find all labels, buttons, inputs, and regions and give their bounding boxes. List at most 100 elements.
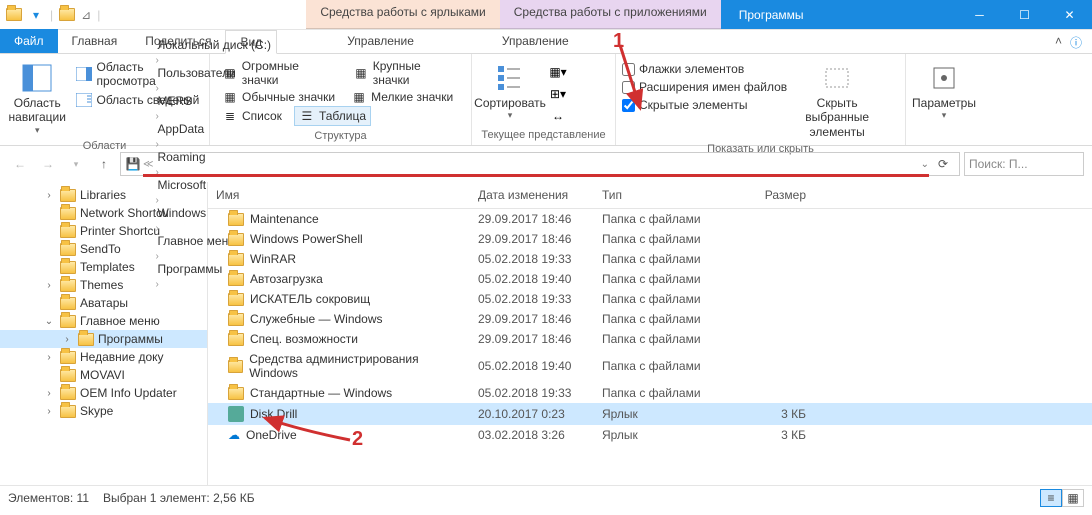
chevron-right-icon[interactable]: › <box>155 139 158 150</box>
file-type: Ярлык <box>594 427 714 443</box>
add-columns-icon[interactable]: ⊞▾ <box>550 86 566 102</box>
breadcrumb-segment[interactable]: MERS <box>155 94 273 108</box>
details-view-button[interactable]: ≡ <box>1040 489 1062 507</box>
tree-item[interactable]: ›Программы <box>0 330 207 348</box>
up-button[interactable]: ↑ <box>92 152 116 176</box>
options-button[interactable]: Параметры ▾ <box>912 60 976 123</box>
expand-icon[interactable]: › <box>42 352 56 363</box>
tab-file[interactable]: Файл <box>0 29 58 53</box>
tree-item-label: Аватары <box>80 296 128 310</box>
hide-selected-button[interactable]: Скрыть выбранные элементы <box>795 60 879 141</box>
table-row[interactable]: Maintenance29.09.2017 18:46Папка с файла… <box>208 209 1092 229</box>
col-date[interactable]: Дата изменения <box>470 182 594 208</box>
table-row[interactable]: Стандартные — Windows05.02.2018 19:33Пап… <box>208 383 1092 403</box>
file-size <box>714 258 814 260</box>
expand-icon[interactable]: › <box>42 388 56 399</box>
table-row[interactable]: ИСКАТЕЛЬ сокровищ05.02.2018 19:33Папка с… <box>208 289 1092 309</box>
expand-icon[interactable]: ⌄ <box>42 316 56 327</box>
table-row[interactable]: Средства администрирования Windows05.02.… <box>208 349 1092 383</box>
chevron-right-icon[interactable]: › <box>155 223 158 234</box>
chevron-right-icon[interactable]: ≪ <box>143 159 153 170</box>
file-date: 29.09.2017 18:46 <box>470 211 594 227</box>
breadcrumb-segment[interactable]: AppData <box>155 122 273 136</box>
history-dropdown[interactable]: ▾ <box>64 152 88 176</box>
col-type[interactable]: Тип <box>594 182 714 208</box>
table-row[interactable]: Автозагрузка05.02.2018 19:40Папка с файл… <box>208 269 1092 289</box>
breadcrumb-segment[interactable]: Главное меню <box>155 234 273 248</box>
file-extensions-toggle[interactable]: Расширения имен файлов <box>622 80 787 94</box>
forward-button[interactable]: → <box>36 152 60 176</box>
icons-view-button[interactable]: ▦ <box>1062 489 1084 507</box>
table-row[interactable]: Windows PowerShell29.09.2017 18:46Папка … <box>208 229 1092 249</box>
tree-item-label: SendTo <box>80 242 121 256</box>
chevron-right-icon[interactable]: › <box>155 83 158 94</box>
tree-item[interactable]: ⌄ Главное меню <box>0 312 207 330</box>
tree-item[interactable]: ›Skype <box>0 402 207 420</box>
address-bar: ← → ▾ ↑ 💾 ≪ Локальный диск (C:)›Пользова… <box>0 146 1092 182</box>
tree-item[interactable]: ›OEM Info Updater <box>0 384 207 402</box>
dropdown-icon[interactable]: ▾ <box>28 7 44 23</box>
group-by-icon[interactable]: ▦▾ <box>550 64 566 80</box>
minimize-button[interactable]: ─ <box>957 0 1002 30</box>
back-button[interactable]: ← <box>8 152 32 176</box>
status-bar: Элементов: 11 Выбран 1 элемент: 2,56 КБ … <box>0 485 1092 509</box>
item-checkboxes-toggle[interactable]: Флажки элементов <box>622 62 787 76</box>
maximize-button[interactable]: ☐ <box>1002 0 1047 30</box>
dropdown-icon[interactable]: ⌄ <box>921 159 929 170</box>
tree-item[interactable]: Аватары <box>0 294 207 312</box>
layout-details[interactable]: ☰Таблица <box>294 106 371 126</box>
tree-item-label: Templates <box>80 260 135 274</box>
breadcrumb-segment[interactable]: Roaming <box>155 150 273 164</box>
expand-icon[interactable]: › <box>42 190 56 201</box>
breadcrumb-segment[interactable]: Windows <box>155 206 273 220</box>
breadcrumb-segment[interactable]: Microsoft <box>155 178 273 192</box>
tree-item[interactable]: MOVAVI <box>0 366 207 384</box>
expand-icon[interactable]: › <box>42 280 56 291</box>
folder-icon <box>228 213 244 226</box>
tab-manage-2[interactable]: Управление <box>488 29 583 53</box>
checkbox[interactable] <box>622 99 635 112</box>
help-icon[interactable]: ⓘ <box>1070 34 1082 51</box>
file-type: Папка с файлами <box>594 211 714 227</box>
table-row[interactable]: Спец. возможности29.09.2017 18:46Папка с… <box>208 329 1092 349</box>
table-row[interactable]: ☁OneDrive03.02.2018 3:26Ярлык3 КБ <box>208 425 1092 445</box>
tab-home[interactable]: Главная <box>58 29 132 53</box>
chevron-right-icon[interactable]: › <box>155 279 158 290</box>
chevron-right-icon[interactable]: › <box>155 55 158 66</box>
expand-icon[interactable]: › <box>60 334 74 345</box>
table-row[interactable]: Служебные — Windows29.09.2017 18:46Папка… <box>208 309 1092 329</box>
folder-icon <box>6 7 22 23</box>
tree-item-label: Главное меню <box>80 314 160 328</box>
nav-pane-button[interactable]: Область навигации ▾ <box>6 60 68 138</box>
tree-item[interactable]: ›Недавние доку <box>0 348 207 366</box>
file-size <box>714 238 814 240</box>
tab-shortcut-tools[interactable]: Средства работы с ярлыками <box>306 0 499 29</box>
expand-icon[interactable]: › <box>42 406 56 417</box>
layout-large[interactable]: ▦Крупные значки <box>349 58 463 88</box>
layout-small[interactable]: ▦Мелкие значки <box>347 88 457 106</box>
chevron-right-icon[interactable]: › <box>155 111 158 122</box>
breadcrumb-segment[interactable]: Локальный диск (C:) <box>155 38 273 52</box>
size-columns-icon[interactable]: ↔ <box>550 108 566 124</box>
close-button[interactable]: ✕ <box>1047 0 1092 30</box>
refresh-button[interactable]: ⟳ <box>931 153 955 175</box>
overflow-icon[interactable]: ⊿ <box>81 8 91 22</box>
chevron-right-icon[interactable]: › <box>155 195 158 206</box>
file-name: OneDrive <box>246 428 297 442</box>
chevron-right-icon[interactable]: › <box>155 251 158 262</box>
hidden-items-toggle[interactable]: Скрытые элементы <box>622 98 787 112</box>
search-input[interactable]: Поиск: П... <box>964 152 1084 176</box>
options-icon <box>928 62 960 94</box>
checkbox[interactable] <box>622 63 635 76</box>
tab-manage-1[interactable]: Управление <box>333 29 428 53</box>
tab-app-tools[interactable]: Средства работы с приложениями <box>500 0 721 29</box>
breadcrumb-box[interactable]: 💾 ≪ Локальный диск (C:)›Пользователи›MER… <box>120 152 960 176</box>
checkbox[interactable] <box>622 81 635 94</box>
breadcrumb-segment[interactable]: Пользователи <box>155 66 273 80</box>
sort-button[interactable]: Сортировать ▾ <box>478 60 542 123</box>
table-row[interactable]: Disk Drill20.10.2017 0:23Ярлык3 КБ <box>208 403 1092 425</box>
col-size[interactable]: Размер <box>714 182 814 208</box>
table-row[interactable]: WinRAR05.02.2018 19:33Папка с файлами <box>208 249 1092 269</box>
breadcrumb-segment[interactable]: Программы <box>155 262 273 276</box>
collapse-ribbon-icon[interactable]: ˄ <box>1055 34 1062 48</box>
